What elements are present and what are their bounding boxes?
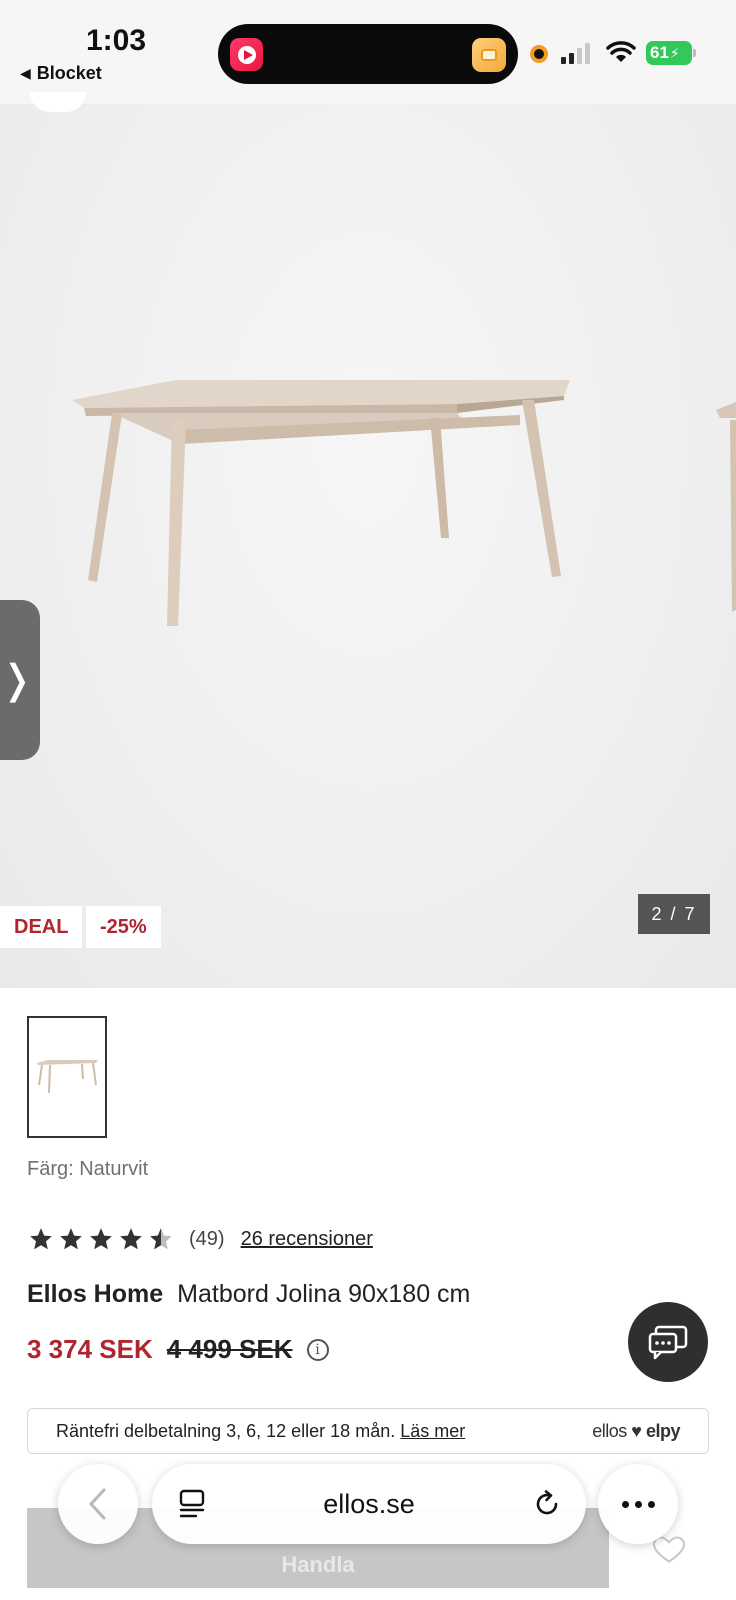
- photo-app-icon: [472, 38, 506, 72]
- original-price: 4 499 SEK: [166, 1334, 293, 1364]
- more-dot: [621, 1500, 629, 1508]
- thumbnail-table-image: [37, 1060, 98, 1094]
- reload-icon[interactable]: [532, 1489, 562, 1519]
- back-triangle-icon: ◀: [20, 65, 31, 81]
- star-icon: [90, 1228, 112, 1250]
- more-dot: [647, 1500, 655, 1508]
- chat-icon: [648, 1325, 688, 1360]
- color-label: Färg: Naturvit: [27, 1158, 149, 1180]
- product-image-gallery[interactable]: ❭ DEAL -25% 2 / 7: [0, 0, 736, 988]
- rating-stars: [27, 1226, 175, 1252]
- current-price: 3 374 SEK: [27, 1334, 153, 1364]
- video-app-icon: [230, 38, 263, 71]
- status-bar: 1:03 ◀ Blocket 61 ⚡: [0, 0, 736, 104]
- thumbnail-selected[interactable]: [27, 1016, 107, 1138]
- heart-small-icon: ♥: [631, 1420, 642, 1441]
- star-icon: [120, 1228, 142, 1250]
- star-icon: [30, 1228, 52, 1250]
- battery-indicator: 61 ⚡: [646, 41, 696, 65]
- ellos-elpy-logo: ellos ♥ elpy: [592, 1421, 680, 1442]
- discount-badge: -25%: [86, 906, 161, 948]
- dynamic-island[interactable]: [218, 24, 518, 84]
- more-options-button[interactable]: [598, 1464, 678, 1544]
- url-text: ellos.se: [323, 1488, 415, 1519]
- info-icon[interactable]: i: [306, 1338, 329, 1361]
- chevron-right-icon: ❭: [0, 658, 34, 702]
- price-row: 3 374 SEK 4 499 SEK i: [27, 1334, 329, 1365]
- wifi-icon: [606, 41, 636, 62]
- partner-a-logo: ellos: [592, 1420, 627, 1441]
- reviews-link[interactable]: 26 recensioner: [241, 1228, 373, 1251]
- browser-back-button[interactable]: [58, 1464, 138, 1544]
- next-image-tab[interactable]: ❭: [0, 600, 40, 760]
- partner-b-logo: elpy: [645, 1420, 681, 1441]
- back-app-label: Blocket: [36, 63, 102, 83]
- financing-banner: Räntefri delbetalning 3, 6, 12 eller 18 …: [27, 1408, 709, 1454]
- deal-badge: DEAL: [0, 906, 83, 948]
- chevron-left-icon: [89, 1488, 106, 1520]
- product-name: Matbord Jolina 90x180 cm: [177, 1280, 471, 1308]
- rating-count: (49): [189, 1227, 225, 1250]
- back-to-app[interactable]: ◀ Blocket: [20, 63, 102, 84]
- star-icon: [60, 1228, 82, 1250]
- chat-button[interactable]: [628, 1302, 708, 1382]
- clock: 1:03: [86, 24, 147, 57]
- product-title: Ellos Home Matbord Jolina 90x180 cm: [27, 1280, 470, 1309]
- financing-text-wrap: Räntefri delbetalning 3, 6, 12 eller 18 …: [56, 1421, 465, 1442]
- recording-indicator-icon: [530, 45, 548, 63]
- tab-overview-icon[interactable]: [178, 1489, 206, 1519]
- image-pager: 2 / 7: [638, 894, 710, 934]
- battery-level: 61: [650, 43, 669, 62]
- address-bar[interactable]: ellos.se: [152, 1464, 586, 1544]
- cellular-signal-icon: [561, 42, 590, 64]
- rating-row: (49) 26 recensioner: [27, 1226, 373, 1252]
- read-more-link[interactable]: Läs mer: [400, 1421, 465, 1441]
- charging-bolt-icon: ⚡: [669, 44, 680, 61]
- more-dot: [634, 1500, 642, 1508]
- half-star-icon: [150, 1228, 172, 1250]
- product-image-table: [72, 380, 736, 626]
- product-brand[interactable]: Ellos Home: [27, 1280, 163, 1308]
- financing-text: Räntefri delbetalning 3, 6, 12 eller 18 …: [56, 1420, 396, 1441]
